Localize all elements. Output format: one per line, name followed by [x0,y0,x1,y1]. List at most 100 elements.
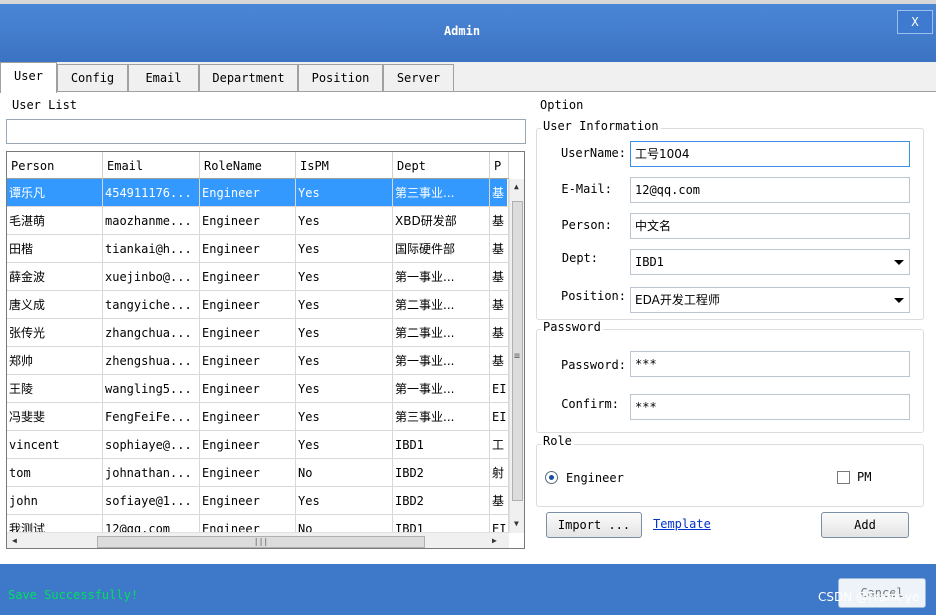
engineer-radio[interactable] [545,471,558,484]
table-row[interactable]: 田楷 tiankai@h... Engineer Yes 国际硬件部基 [7,235,509,263]
table-cell: 第一事业... [393,375,490,403]
table-cell: 工 [490,431,509,459]
dept-chevron-down-icon[interactable] [894,260,904,265]
tab-config[interactable]: Config [57,64,128,92]
vertical-scrollbar[interactable]: ▲ ≡ ▼ [509,179,524,533]
table-cell: Engineer [200,403,296,431]
confirm-password-input[interactable]: *** [630,394,910,420]
title-bar: Admin X [0,4,936,62]
engineer-label[interactable]: Engineer [566,471,624,485]
table-cell: sofiaye@1... [103,487,200,515]
user-search-input[interactable] [6,119,526,144]
table-cell: EI [490,403,509,431]
column-header-position[interactable]: P [490,152,509,179]
watermark: CSDN @Frank-ye [818,590,920,604]
table-cell: Engineer [200,235,296,263]
tab-server[interactable]: Server [383,64,454,92]
table-cell: XBD研发部 [393,207,490,235]
confirm-label: Confirm: [561,397,619,411]
table-row[interactable]: 张传光 zhangchua... Engineer Yes 第二事业... 基 [7,319,509,347]
table-cell: Engineer [200,291,296,319]
import-button[interactable]: Import ... [546,512,642,538]
table-cell: 毛湛萌 [7,207,103,235]
scroll-up-icon[interactable]: ▲ [514,182,519,191]
horizontal-scroll-thumb[interactable]: ||| [97,536,425,548]
table-row[interactable]: tom johnathan... Engineer No IBD2 射 [7,459,509,487]
table-cell: 第一事业... [393,263,490,291]
table-cell: Yes [296,347,393,375]
position-chevron-down-icon[interactable] [894,298,904,303]
dept-select[interactable]: IBD1 [630,249,910,275]
table-cell: 谭乐凡 [7,179,103,207]
table-cell: 冯斐斐 [7,403,103,431]
table-row[interactable]: 冯斐斐 FengFeiFe... Engineer Yes 第三事业... EI [7,403,509,431]
table-cell: 郑帅 [7,347,103,375]
pm-label[interactable]: PM [857,470,871,484]
scroll-left-icon[interactable]: ◀ [12,536,17,545]
close-button[interactable]: X [897,10,933,34]
table-cell: wangling5... [103,375,200,403]
email-input[interactable]: 12@qq.com [630,177,910,203]
table-cell: Yes [296,431,393,459]
table-cell: 张传光 [7,319,103,347]
template-link[interactable]: Template [653,517,711,531]
column-header-dept[interactable]: Dept [393,152,490,179]
table-cell: Engineer [200,347,296,375]
table-row[interactable]: vincent sophiaye@... Engineer Yes IBD1 工 [7,431,509,459]
table-cell: tiankai@h... [103,235,200,263]
password-input[interactable]: *** [630,351,910,377]
table-cell: Yes [296,263,393,291]
table-cell: 第三事业... [393,403,490,431]
tab-email[interactable]: Email [128,64,199,92]
dept-label: Dept: [561,251,598,265]
email-label: E-Mail: [561,182,612,196]
table-cell: Engineer [200,207,296,235]
username-input[interactable]: 工号1004 [630,141,910,167]
pm-checkbox[interactable] [837,471,850,484]
horizontal-scrollbar[interactable]: ◀ ||| ▶ [7,532,509,548]
add-button[interactable]: Add [821,512,909,538]
role-group-label: Role [541,434,574,448]
scroll-right-icon[interactable]: ▶ [492,536,497,545]
tab-position[interactable]: Position [298,64,383,92]
table-cell: 基 [490,179,509,207]
table-cell: Yes [296,179,393,207]
table-cell: Yes [296,235,393,263]
table-cell: Yes [296,375,393,403]
table-cell: 唐义成 [7,291,103,319]
table-cell: 基 [490,235,509,263]
table-cell: 基 [490,319,509,347]
person-input[interactable]: 中文名 [630,213,910,239]
table-cell: tom [7,459,103,487]
column-header-rolename[interactable]: RoleName [200,152,296,179]
table-row[interactable]: 唐义成 tangyiche... Engineer Yes 第二事业... 基 [7,291,509,319]
table-row[interactable]: 王陵 wangling5... Engineer Yes 第一事业... EI [7,375,509,403]
tab-user[interactable]: User [0,62,57,93]
status-message: Save Successfully! [8,588,139,602]
table-cell: 第二事业... [393,319,490,347]
position-select[interactable]: EDA开发工程师 [630,287,910,313]
table-cell: 454911176... [103,179,200,207]
table-row[interactable]: 郑帅 zhengshua... Engineer Yes 第一事业... 基 [7,347,509,375]
table-row[interactable]: 薛金波 xuejinbo@... Engineer Yes 第一事业... 基 [7,263,509,291]
table-row[interactable]: 谭乐凡 454911176... Engineer Yes 第三事业... 基 [7,179,509,207]
table-cell: 国际硬件部 [393,235,490,263]
table-cell: Engineer [200,431,296,459]
scroll-down-icon[interactable]: ▼ [514,519,519,528]
table-row[interactable]: 毛湛萌 maozhanme... Engineer Yes XBD研发部基 [7,207,509,235]
table-cell: 薛金波 [7,263,103,291]
table-cell: Engineer [200,375,296,403]
position-label: Position: [560,289,626,303]
column-header-person[interactable]: Person [7,152,103,179]
user-list-label: User List [10,98,80,112]
column-header-email[interactable]: Email [103,152,200,179]
table-cell: 基 [490,291,509,319]
password-group-label: Password [541,320,603,334]
tab-department[interactable]: Department [199,64,298,92]
table-cell: 第一事业... [393,347,490,375]
table-cell: 田楷 [7,235,103,263]
table-cell: maozhanme... [103,207,200,235]
table-row[interactable]: john sofiaye@1... Engineer Yes IBD2 基 [7,487,509,515]
column-header-ispm[interactable]: IsPM [296,152,393,179]
option-label: Option [538,98,586,112]
